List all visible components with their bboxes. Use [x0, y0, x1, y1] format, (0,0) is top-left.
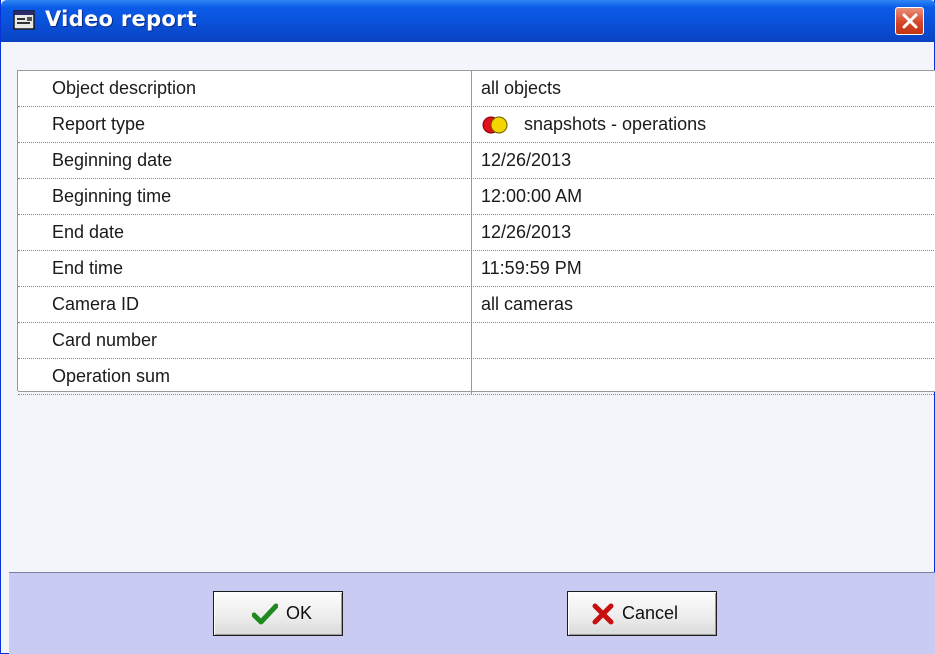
ok-button-label: OK — [286, 603, 313, 623]
property-value[interactable]: all cameras — [472, 287, 935, 322]
cancel-button[interactable]: Cancel — [567, 591, 717, 636]
report-type-text: snapshots - operations — [524, 114, 707, 134]
property-row-beginning-time[interactable]: Beginning time 12:00:00 AM — [18, 179, 935, 215]
button-bar: OK Cancel — [9, 572, 935, 654]
property-label: Object description — [18, 71, 472, 106]
property-label: Card number — [18, 323, 472, 358]
property-value[interactable]: all objects — [472, 71, 935, 106]
cancel-button-label: Cancel — [622, 603, 679, 623]
property-label: Camera ID — [18, 287, 472, 322]
red-yellow-circles-icon — [482, 116, 508, 134]
property-row-end-time[interactable]: End time 11:59:59 PM — [18, 251, 935, 287]
close-button[interactable] — [895, 7, 924, 35]
property-label: Operation sum — [18, 359, 472, 394]
property-label: Beginning time — [18, 179, 472, 214]
property-label: End date — [18, 215, 472, 250]
ok-button[interactable]: OK — [213, 591, 343, 636]
window-title: Video report — [45, 7, 198, 31]
property-value-report-type[interactable]: snapshots - operations — [472, 107, 935, 142]
title-bar[interactable]: Video report — [1, 0, 935, 42]
property-value[interactable] — [472, 323, 935, 358]
close-icon — [902, 13, 918, 29]
property-row-card-number[interactable]: Card number — [18, 323, 935, 359]
property-value[interactable]: 12/26/2013 — [472, 215, 935, 250]
property-label: Beginning date — [18, 143, 472, 178]
video-report-window: Video report Object description all obje… — [0, 0, 935, 654]
property-value[interactable]: 12:00:00 AM — [472, 179, 935, 214]
red-x-icon — [592, 603, 614, 625]
property-value[interactable]: 11:59:59 PM — [472, 251, 935, 286]
property-row-report-type[interactable]: Report type snapshots - operations — [18, 107, 935, 143]
property-grid: Object description all objects Report ty… — [17, 70, 935, 395]
property-row-camera-id[interactable]: Camera ID all cameras — [18, 287, 935, 323]
report-window-icon — [13, 10, 35, 30]
property-value[interactable]: 12/26/2013 — [472, 143, 935, 178]
property-label: Report type — [18, 107, 472, 142]
property-value[interactable] — [472, 359, 935, 394]
property-label: End time — [18, 251, 472, 286]
property-row-operation-sum[interactable]: Operation sum — [18, 359, 935, 395]
property-row-object-description[interactable]: Object description all objects — [18, 71, 935, 107]
property-row-beginning-date[interactable]: Beginning date 12/26/2013 — [18, 143, 935, 179]
property-row-end-date[interactable]: End date 12/26/2013 — [18, 215, 935, 251]
grid-bottom-border — [18, 391, 935, 392]
checkmark-icon — [252, 603, 278, 625]
